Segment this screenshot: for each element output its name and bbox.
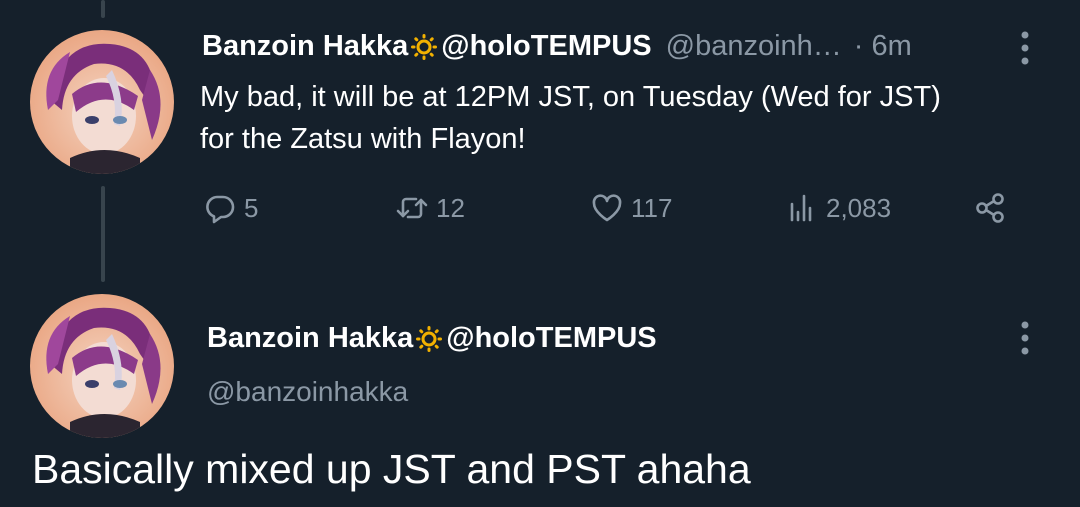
reply-icon: [204, 192, 236, 224]
retweet-button[interactable]: 12: [396, 192, 465, 224]
display-name-suffix[interactable]: @holoTEMPUS: [446, 322, 656, 355]
sun-badge-icon: [416, 325, 443, 352]
display-name-suffix[interactable]: @holoTEMPUS: [441, 30, 651, 63]
share-button[interactable]: [974, 192, 1006, 224]
reply-button[interactable]: 5: [204, 192, 258, 224]
avatar[interactable]: [30, 30, 174, 174]
retweet-count: 12: [436, 192, 465, 223]
share-icon: [974, 192, 1006, 224]
display-name[interactable]: Banzoin Hakka: [207, 322, 413, 355]
display-name[interactable]: Banzoin Hakka: [202, 30, 408, 63]
like-button[interactable]: 117: [591, 192, 672, 224]
sun-badge-icon: [411, 33, 438, 60]
tweet-actions-bar: 5 12 117 2,083: [202, 188, 1022, 232]
view-count: 2,083: [826, 192, 892, 223]
thread-line-top: [101, 0, 105, 18]
timestamp[interactable]: 6m: [871, 30, 911, 63]
more-options-icon[interactable]: [1019, 30, 1031, 66]
retweet-icon: [396, 192, 428, 224]
tweet-text-line-1: My bad, it will be at 12PM JST, on Tuesd…: [200, 81, 941, 113]
tweet-text: Basically mixed up JST and PST ahaha: [32, 446, 751, 492]
user-handle[interactable]: @banzoinh…: [666, 30, 842, 63]
heart-icon: [591, 192, 623, 224]
like-count: 117: [631, 192, 673, 223]
thread-line-middle: [101, 186, 105, 282]
reply-count: 5: [244, 192, 259, 223]
tweet-header: Banzoin Hakka @holoTEMPUS @banzoinh… · 6…: [202, 30, 912, 63]
views-button[interactable]: 2,083: [786, 192, 891, 224]
more-options-icon[interactable]: [1019, 320, 1031, 356]
tweet-text-line-2: for the Zatsu with Flayon!: [200, 123, 526, 155]
user-handle[interactable]: @banzoinhakka: [207, 376, 408, 408]
avatar[interactable]: [30, 294, 174, 438]
tweet-header: Banzoin Hakka @holoTEMPUS: [207, 322, 657, 355]
views-chart-icon: [786, 192, 818, 224]
separator-dot: ·: [853, 30, 864, 62]
